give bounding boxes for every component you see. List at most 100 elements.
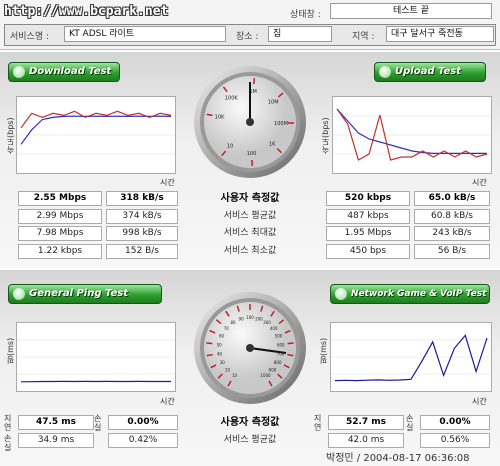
gauge-tick: [288, 343, 294, 344]
gauge-tick-label: 800: [274, 360, 282, 365]
game-indicator-icon: [335, 288, 347, 300]
upload-test-label: Upload Test: [395, 66, 461, 77]
signature: 박정민 / 2004-08-17 06:36:08: [326, 449, 470, 464]
ping-loss-value: 0.00%: [108, 415, 178, 430]
game-loss-value: 0.00%: [420, 415, 490, 430]
ping-latency-label: 지연: [4, 414, 16, 432]
gauge-tick-label: 10: [232, 373, 238, 378]
ping-indicator-icon: [13, 288, 25, 300]
gauge-tick-label: 100: [247, 151, 257, 157]
speed-row-label: 서비스 평균값: [196, 209, 304, 224]
region-label: 지역 :: [352, 29, 374, 42]
download-test-button[interactable]: Download Test: [8, 62, 120, 82]
speed-row-label: 서비스 최소값: [196, 244, 304, 259]
download-y-label: 속도(bps): [5, 104, 16, 154]
ping-y-label: 핑(ms): [5, 324, 16, 364]
game-loss-value: 0.56%: [420, 433, 490, 448]
gauge-tick: [207, 355, 213, 356]
download-x-label: 시간: [160, 177, 175, 188]
service-label: 서비스명 :: [10, 29, 49, 42]
gauge-tick-label: 70: [224, 326, 230, 331]
gauge-tick: [287, 355, 293, 356]
gauge-tick-label: 100: [246, 315, 254, 320]
gauge-tick-label: 20: [225, 367, 231, 372]
upload-value-bps: 1.95 Mbps: [326, 226, 410, 241]
site-url: http://www.bcpark.net: [4, 4, 168, 19]
ping-loss-label: 손실: [4, 434, 16, 452]
upload-chart: [332, 96, 492, 174]
download-indicator-icon: [13, 66, 25, 78]
ping-gauge: 1020304050607080901002003004005006007008…: [192, 290, 308, 406]
gauge-tick: [206, 343, 212, 344]
upload-x-label: 시간: [472, 177, 487, 188]
game-voip-test-label: Network Game & VoIP Test: [351, 289, 486, 299]
gauge-tick-label: 80: [230, 320, 236, 325]
upload-y-label: 속도(bps): [320, 104, 331, 154]
gauge-tick: [207, 114, 213, 115]
download-value-bytes: 152 B/s: [106, 244, 178, 259]
service-field[interactable]: KT ADSL 라이트: [64, 26, 226, 42]
download-chart-svg: [17, 97, 175, 173]
chart-series-line: [21, 116, 171, 144]
upload-value-bytes: 65.0 kB/s: [414, 191, 490, 206]
speed-gauge: 10K100K1M10M100M1K10010: [192, 64, 308, 180]
gauge-tick-label: 30: [220, 360, 226, 365]
ping-test-button[interactable]: General Ping Test: [8, 284, 162, 304]
ping-latency-value: 34.9 ms: [18, 433, 94, 448]
header-bar: http://www.bcpark.net 상태창 : 테스트 끝 서비스명 :…: [0, 0, 500, 50]
gauge-tick-label: 10M: [268, 100, 279, 106]
game-latency-value: 52.7 ms: [328, 415, 404, 430]
gauge-tick-label: 1000: [260, 373, 271, 378]
status-label: 상태창 :: [290, 7, 321, 20]
download-value-bytes: 998 kB/s: [106, 226, 178, 241]
gauge-tick-label: 10K: [215, 115, 225, 121]
upload-value-bps: 487 kbps: [326, 209, 410, 224]
upload-value-bytes: 243 kB/s: [414, 226, 490, 241]
gauge-tick-label: 500: [275, 334, 283, 339]
download-value-bps: 7.98 Mbps: [18, 226, 102, 241]
place-label: 장소 :: [236, 29, 258, 42]
gauge-tick: [254, 78, 255, 84]
speed-gauge-svg: 10K100K1M10M100M1K10010: [192, 64, 308, 180]
gauge-tick-label: 40: [217, 351, 223, 356]
upload-value-bytes: 60.8 kB/s: [414, 209, 490, 224]
place-field[interactable]: 집: [268, 26, 332, 42]
ping-loss-label-2: 손실: [94, 414, 106, 432]
ping-x-label: 시간: [160, 396, 175, 407]
download-chart: [16, 96, 176, 174]
ping-gauge-svg: 1020304050607080901002003004005006007008…: [192, 290, 308, 406]
region-field[interactable]: 대구 달서구 죽전동: [386, 26, 494, 42]
game-chart-svg: [331, 323, 491, 391]
download-value-bps: 1.22 kbps: [18, 244, 102, 259]
download-value-bps: 2.99 Mbps: [18, 209, 102, 224]
ping-chart-svg: [17, 323, 175, 391]
speed-row-label: 서비스 최대값: [196, 226, 304, 241]
upload-value-bps: 520 kbps: [326, 191, 410, 206]
game-chart: [330, 322, 492, 392]
ping-row-label: 사용자 측정값: [196, 415, 304, 430]
upload-chart-svg: [333, 97, 491, 173]
upload-value-bps: 450 bps: [326, 244, 410, 259]
upload-test-button[interactable]: Upload Test: [374, 62, 486, 82]
game-latency-value: 42.0 ms: [328, 433, 404, 448]
ping-loss-value: 0.42%: [108, 433, 178, 448]
gauge-tick-label: 100K: [225, 95, 239, 101]
download-value-bytes: 374 kB/s: [106, 209, 178, 224]
gauge-tick-label: 10: [227, 144, 233, 150]
ping-latency-value: 47.5 ms: [18, 415, 94, 430]
speed-row-label: 사용자 측정값: [196, 191, 304, 206]
gauge-tick-label: 200: [255, 316, 263, 321]
gauge-tick-label: 300: [263, 320, 271, 325]
ping-chart: [16, 322, 176, 392]
game-y-label: 핑(ms): [318, 324, 329, 364]
gauge-tick-label: 600: [277, 342, 285, 347]
gauge-tick-label: 900: [269, 367, 277, 372]
ping-test-label: General Ping Test: [29, 288, 128, 299]
ping-row-label: 서비스 평균값: [196, 433, 304, 448]
download-value-bytes: 318 kB/s: [106, 191, 178, 206]
gauge-tick-label: 50: [217, 342, 223, 347]
gauge-tick-label: 1K: [269, 142, 276, 148]
game-latency-label: 지연: [314, 414, 326, 432]
upload-indicator-icon: [379, 66, 391, 78]
game-voip-test-button[interactable]: Network Game & VoIP Test: [330, 284, 490, 304]
